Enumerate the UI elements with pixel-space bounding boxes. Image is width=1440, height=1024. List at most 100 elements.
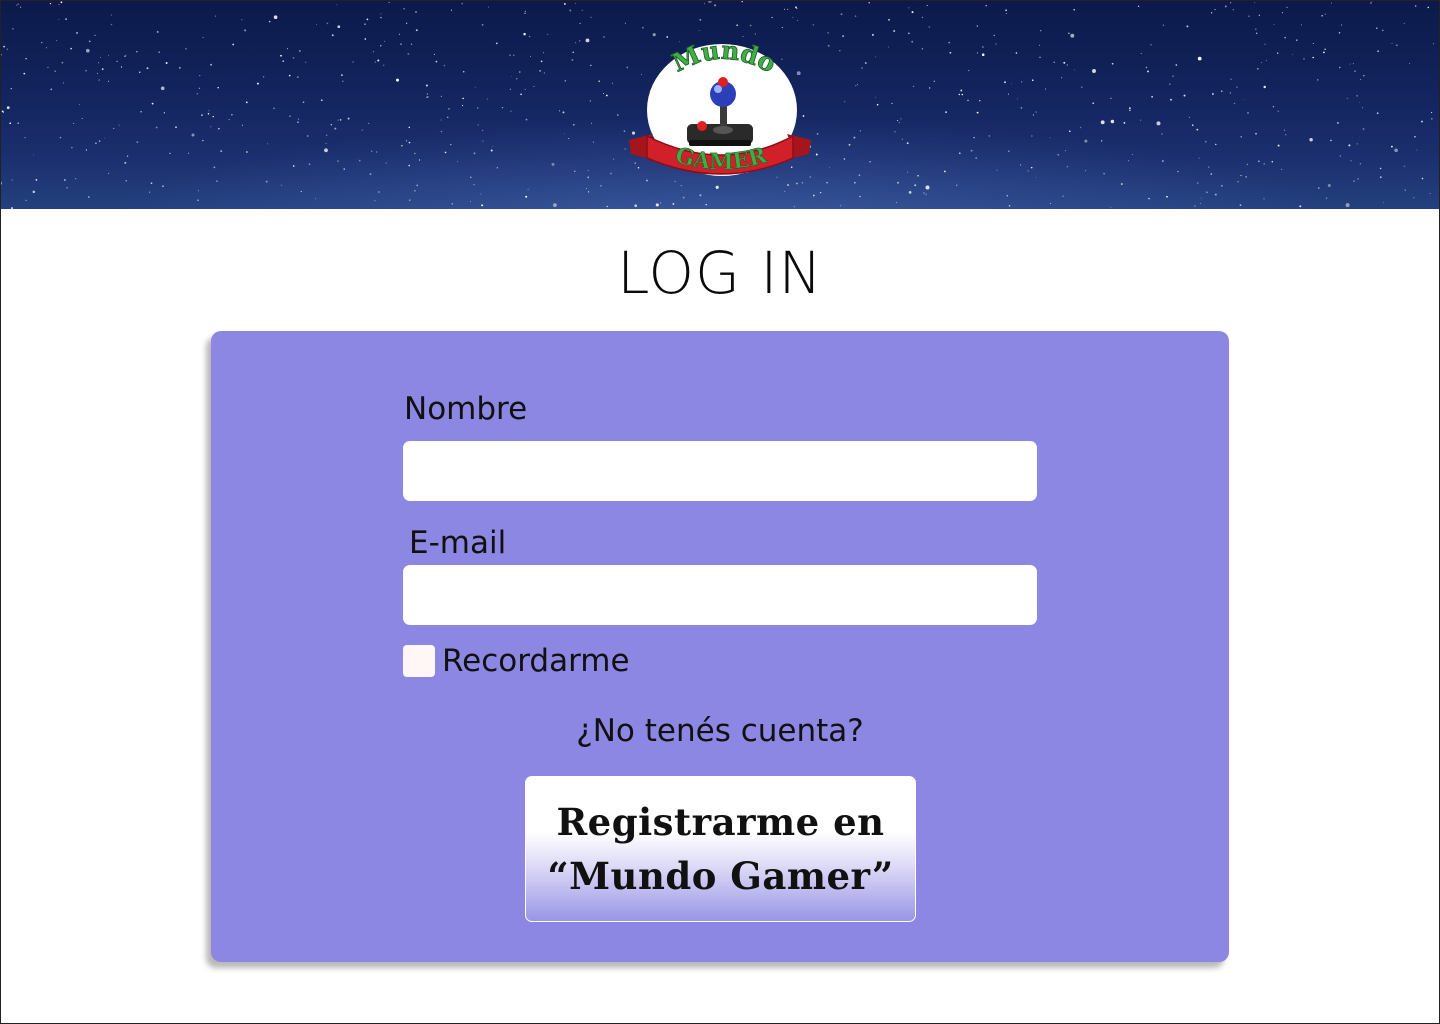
star [1338, 31, 1341, 34]
star [337, 119, 339, 121]
star [341, 74, 343, 76]
star [996, 169, 998, 171]
star [1224, 5, 1227, 8]
star [1281, 168, 1283, 170]
star [1137, 5, 1140, 7]
star [525, 195, 528, 198]
star [324, 148, 328, 153]
star [104, 137, 106, 139]
star [945, 111, 947, 113]
star [1221, 90, 1223, 92]
star [524, 88, 526, 91]
star [1239, 204, 1242, 206]
star [6, 106, 10, 110]
star [1039, 44, 1041, 46]
star [897, 120, 899, 122]
star [1015, 52, 1018, 54]
star [280, 54, 282, 57]
star [979, 99, 981, 102]
star [58, 18, 60, 20]
star [440, 130, 443, 133]
star [199, 75, 201, 77]
star [149, 191, 151, 193]
star [796, 182, 798, 185]
star [1255, 133, 1257, 135]
star [1129, 107, 1131, 109]
star [1324, 13, 1326, 15]
star [405, 140, 408, 142]
star [406, 22, 408, 24]
email-input[interactable] [403, 565, 1037, 625]
star [220, 150, 223, 152]
star [138, 71, 141, 73]
star [1357, 178, 1359, 180]
star [1413, 197, 1415, 199]
star [1362, 107, 1364, 109]
remember-me-label[interactable]: Recordarme [442, 643, 630, 679]
star [1362, 128, 1365, 130]
star [1049, 137, 1051, 139]
star [1017, 98, 1018, 100]
star [1170, 98, 1172, 101]
star [1156, 121, 1161, 126]
remember-me-row[interactable]: Recordarme [403, 643, 630, 679]
star [1208, 166, 1210, 168]
star [968, 70, 970, 72]
star [1360, 79, 1362, 81]
star [1264, 43, 1266, 45]
star [1229, 92, 1232, 94]
star [1317, 79, 1319, 81]
star [819, 191, 822, 194]
star [201, 114, 203, 116]
star [1027, 170, 1029, 172]
star [617, 114, 619, 116]
star [330, 124, 333, 126]
register-button[interactable]: Registrarme en “Mundo Gamer” [525, 776, 916, 922]
mundo-gamer-logo[interactable]: Mundo GAMER [625, 42, 815, 182]
star [1433, 43, 1435, 45]
star [246, 151, 248, 153]
star [11, 179, 13, 181]
star [450, 143, 452, 146]
star [41, 41, 43, 44]
star [995, 43, 997, 45]
star [12, 27, 14, 30]
name-input[interactable] [403, 441, 1037, 501]
star [59, 136, 62, 139]
star [943, 170, 946, 173]
star [1151, 95, 1153, 98]
star [1260, 62, 1262, 64]
star [861, 67, 863, 69]
star [457, 160, 459, 162]
star [339, 119, 342, 121]
star [642, 26, 644, 29]
star [917, 174, 919, 177]
star [925, 193, 927, 196]
star [1309, 137, 1313, 142]
star [410, 43, 413, 45]
star [699, 18, 702, 21]
star [96, 72, 98, 74]
star [1194, 205, 1196, 207]
star [1243, 99, 1245, 101]
star [1084, 170, 1086, 172]
star [1039, 56, 1041, 59]
star [1215, 143, 1217, 146]
star [921, 48, 924, 50]
star [160, 86, 165, 91]
star [136, 51, 138, 53]
star [169, 152, 171, 154]
star [364, 38, 367, 40]
star [25, 57, 27, 60]
star [1363, 75, 1365, 77]
star [524, 12, 526, 14]
star [347, 117, 350, 120]
star [680, 184, 682, 187]
star [839, 50, 841, 52]
star [921, 16, 924, 19]
star [292, 165, 295, 167]
star [742, 36, 744, 37]
star [433, 53, 435, 55]
remember-me-checkbox[interactable] [403, 645, 435, 677]
star [1032, 114, 1034, 116]
